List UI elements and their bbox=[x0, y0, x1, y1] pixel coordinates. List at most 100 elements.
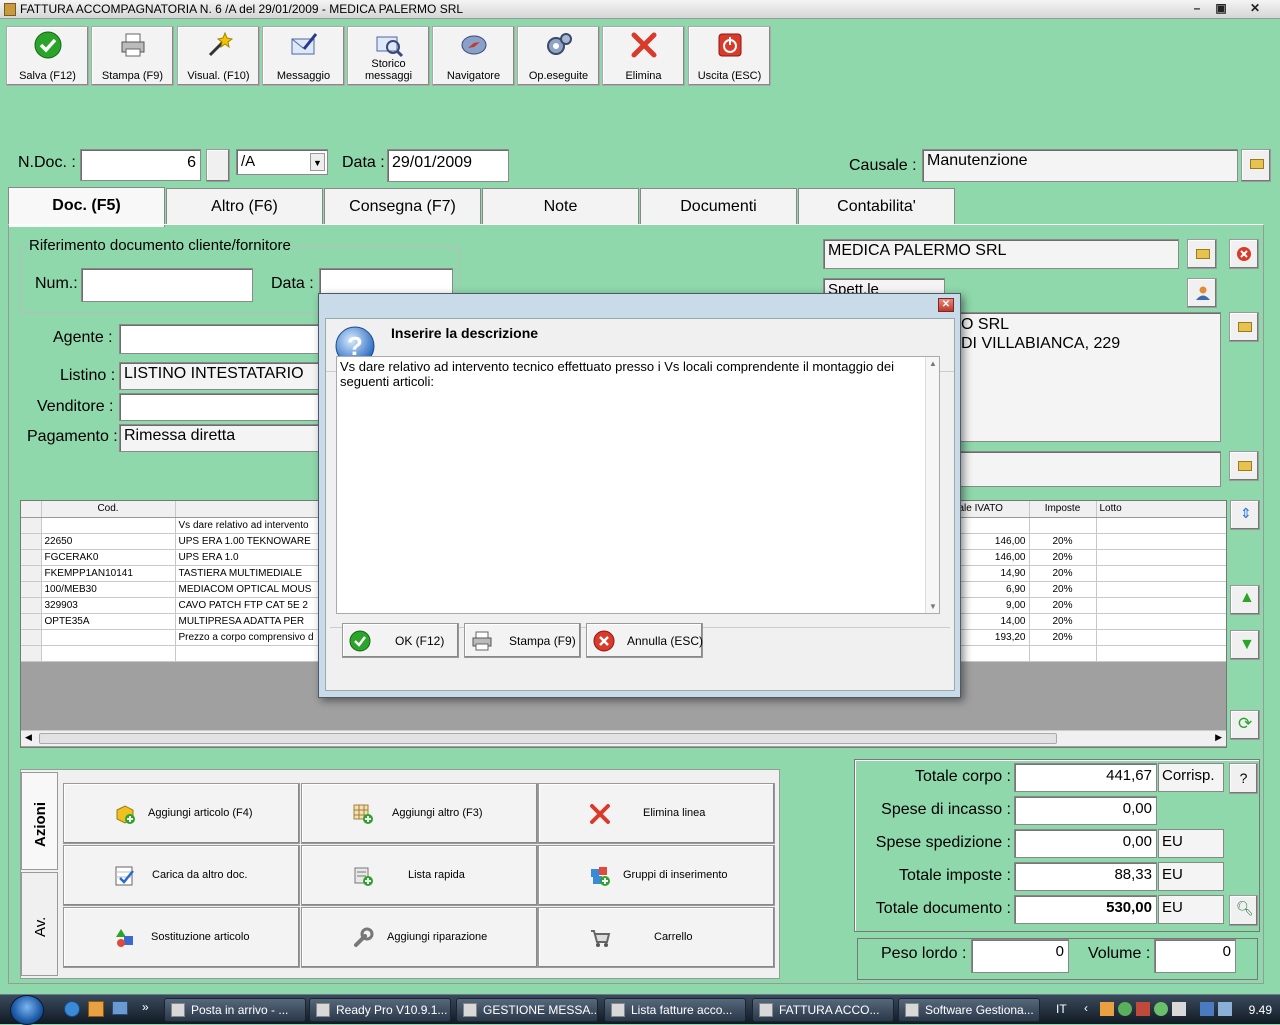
cell-lotto[interactable] bbox=[1096, 581, 1226, 598]
listino-input[interactable]: LISTINO INTESTATARIO bbox=[119, 362, 319, 390]
textarea-scrollbar[interactable]: ▲ ▼ bbox=[925, 357, 939, 613]
cell-cod[interactable] bbox=[41, 629, 176, 646]
row-selector[interactable] bbox=[21, 565, 42, 582]
print-button[interactable]: Stampa (F9) bbox=[91, 26, 174, 86]
tray-icon[interactable] bbox=[1100, 1002, 1114, 1016]
cell-cod[interactable]: FKEMPP1AN10141 bbox=[41, 565, 176, 582]
cell-cod[interactable]: OPTE35A bbox=[41, 613, 176, 630]
customer-name-field[interactable]: MEDICA PALERMO SRL bbox=[823, 239, 1179, 269]
volume-icon[interactable] bbox=[1218, 1002, 1232, 1016]
desktop-icon[interactable] bbox=[112, 1001, 128, 1015]
tab-note[interactable]: Note bbox=[482, 188, 639, 224]
taskbar-item[interactable]: Software Gestiona... bbox=[898, 998, 1040, 1022]
tray-icon[interactable] bbox=[1118, 1002, 1132, 1016]
delete-line-button[interactable]: Elimina linea bbox=[538, 783, 775, 844]
tab-azioni[interactable]: Azioni bbox=[21, 772, 58, 870]
cell-lotto[interactable] bbox=[1096, 517, 1226, 534]
scroll-up-icon[interactable]: ▲ bbox=[929, 359, 937, 368]
scroll-down-icon[interactable]: ▼ bbox=[929, 602, 937, 611]
taskbar-item[interactable]: Lista fatture acco... bbox=[604, 998, 746, 1022]
move-row-button[interactable]: ⇕ bbox=[1230, 500, 1260, 530]
ndoc-lookup-button[interactable] bbox=[206, 149, 230, 182]
address-folder-button[interactable] bbox=[1229, 312, 1259, 342]
row-selector[interactable] bbox=[21, 645, 42, 662]
message-button[interactable]: Messaggio bbox=[262, 26, 345, 86]
quicklaunch-more-icon[interactable]: » bbox=[142, 1000, 149, 1014]
taskbar-item[interactable]: Ready Pro V10.9.1... bbox=[309, 998, 451, 1022]
cell-imposte[interactable]: 20% bbox=[1029, 613, 1097, 630]
taskbar-item[interactable]: Posta in arrivo - ... bbox=[164, 998, 306, 1022]
minimize-button[interactable]: – bbox=[1186, 1, 1208, 17]
grid-header[interactable] bbox=[21, 501, 42, 518]
dialog-ok-button[interactable]: OK (F12) bbox=[342, 623, 459, 658]
row-selector[interactable] bbox=[21, 613, 42, 630]
insert-groups-button[interactable]: Gruppi di inserimento bbox=[538, 845, 775, 906]
cell-imposte[interactable]: 20% bbox=[1029, 581, 1097, 598]
corpo-mode-field[interactable]: Corrisp. bbox=[1158, 763, 1224, 792]
move-down-button[interactable]: ▼ bbox=[1230, 630, 1260, 660]
grid-header-imposte[interactable]: Imposte bbox=[1029, 501, 1097, 518]
cell-imposte[interactable] bbox=[1029, 517, 1097, 534]
mail-icon[interactable] bbox=[88, 1001, 104, 1017]
save-button[interactable]: Salva (F12) bbox=[6, 26, 89, 86]
maximize-button[interactable]: ▣ bbox=[1210, 1, 1232, 17]
cell-cod[interactable] bbox=[41, 645, 176, 662]
cart-button[interactable]: Carrello bbox=[538, 907, 775, 968]
close-window-button[interactable]: ✕ bbox=[1244, 1, 1266, 17]
volume-value[interactable]: 0 bbox=[1154, 939, 1236, 973]
cell-lotto[interactable] bbox=[1096, 533, 1226, 550]
scroll-right-icon[interactable]: ▶ bbox=[1215, 732, 1222, 743]
row-selector[interactable] bbox=[21, 597, 42, 614]
tray-icon[interactable] bbox=[1154, 1002, 1168, 1016]
tab-contabilita[interactable]: Contabilita' bbox=[798, 188, 955, 224]
chevron-down-icon[interactable]: ▼ bbox=[310, 153, 325, 171]
pagamento-input[interactable]: Rimessa diretta bbox=[119, 424, 319, 452]
refresh-button[interactable]: ⟳ bbox=[1230, 710, 1260, 740]
grid-horizontal-scrollbar[interactable]: ◀ ▶ bbox=[21, 730, 1226, 746]
scroll-thumb[interactable] bbox=[39, 733, 1057, 744]
cell-total[interactable] bbox=[955, 517, 1030, 534]
cell-imposte[interactable] bbox=[1029, 645, 1097, 662]
dialog-close-button[interactable]: ✕ bbox=[938, 298, 954, 312]
cell-lotto[interactable] bbox=[1096, 565, 1226, 582]
ie-icon[interactable] bbox=[64, 1001, 80, 1017]
peso-lordo-value[interactable]: 0 bbox=[971, 939, 1069, 973]
cell-total[interactable]: 193,20 bbox=[955, 629, 1030, 646]
navigator-button[interactable]: Navigatore bbox=[432, 26, 515, 86]
cell-lotto[interactable] bbox=[1096, 597, 1226, 614]
network-icon[interactable] bbox=[1200, 1002, 1214, 1016]
delete-button[interactable]: Elimina bbox=[602, 26, 685, 86]
grid-header-total[interactable]: ale IVATO bbox=[955, 501, 1030, 518]
tab-doc[interactable]: Doc. (F5) bbox=[8, 187, 165, 227]
cell-total[interactable]: 9,00 bbox=[955, 597, 1030, 614]
tab-documenti[interactable]: Documenti bbox=[640, 188, 797, 224]
dialog-print-button[interactable]: Stampa (F9) bbox=[464, 623, 581, 658]
cell-imposte[interactable]: 20% bbox=[1029, 549, 1097, 566]
cell-imposte[interactable]: 20% bbox=[1029, 629, 1097, 646]
help-button[interactable]: ? bbox=[1229, 763, 1258, 794]
dialog-cancel-button[interactable]: Annulla (ESC) bbox=[586, 623, 703, 658]
row-selector[interactable] bbox=[21, 533, 42, 550]
series-select[interactable]: /A ▼ bbox=[236, 149, 328, 175]
cell-total[interactable]: 6,90 bbox=[955, 581, 1030, 598]
customer-contact-button[interactable] bbox=[1187, 278, 1217, 308]
causale-input[interactable]: Manutenzione bbox=[922, 149, 1238, 182]
quick-list-button[interactable]: Lista rapida bbox=[301, 845, 538, 906]
agente-input[interactable] bbox=[119, 324, 319, 354]
cell-total[interactable]: 14,90 bbox=[955, 565, 1030, 582]
message-history-button[interactable]: Storico messaggi bbox=[347, 26, 430, 86]
row-selector[interactable] bbox=[21, 629, 42, 646]
load-from-doc-button[interactable]: Carica da altro doc. bbox=[63, 845, 300, 906]
cell-lotto[interactable] bbox=[1096, 645, 1226, 662]
tab-altro[interactable]: Altro (F6) bbox=[166, 188, 323, 224]
grid-header-lotto[interactable]: Lotto bbox=[1096, 501, 1226, 518]
taskbar-item[interactable]: GESTIONE MESSA... bbox=[456, 998, 598, 1022]
description-textarea[interactable] bbox=[336, 356, 940, 614]
row-selector[interactable] bbox=[21, 581, 42, 598]
cell-total[interactable]: 146,00 bbox=[955, 533, 1030, 550]
cell-lotto[interactable] bbox=[1096, 549, 1226, 566]
cell-lotto[interactable] bbox=[1096, 613, 1226, 630]
spese-spedizione-value[interactable]: 0,00 bbox=[1014, 829, 1157, 858]
venditore-input[interactable] bbox=[119, 393, 319, 421]
tab-av[interactable]: Av. bbox=[21, 872, 58, 976]
